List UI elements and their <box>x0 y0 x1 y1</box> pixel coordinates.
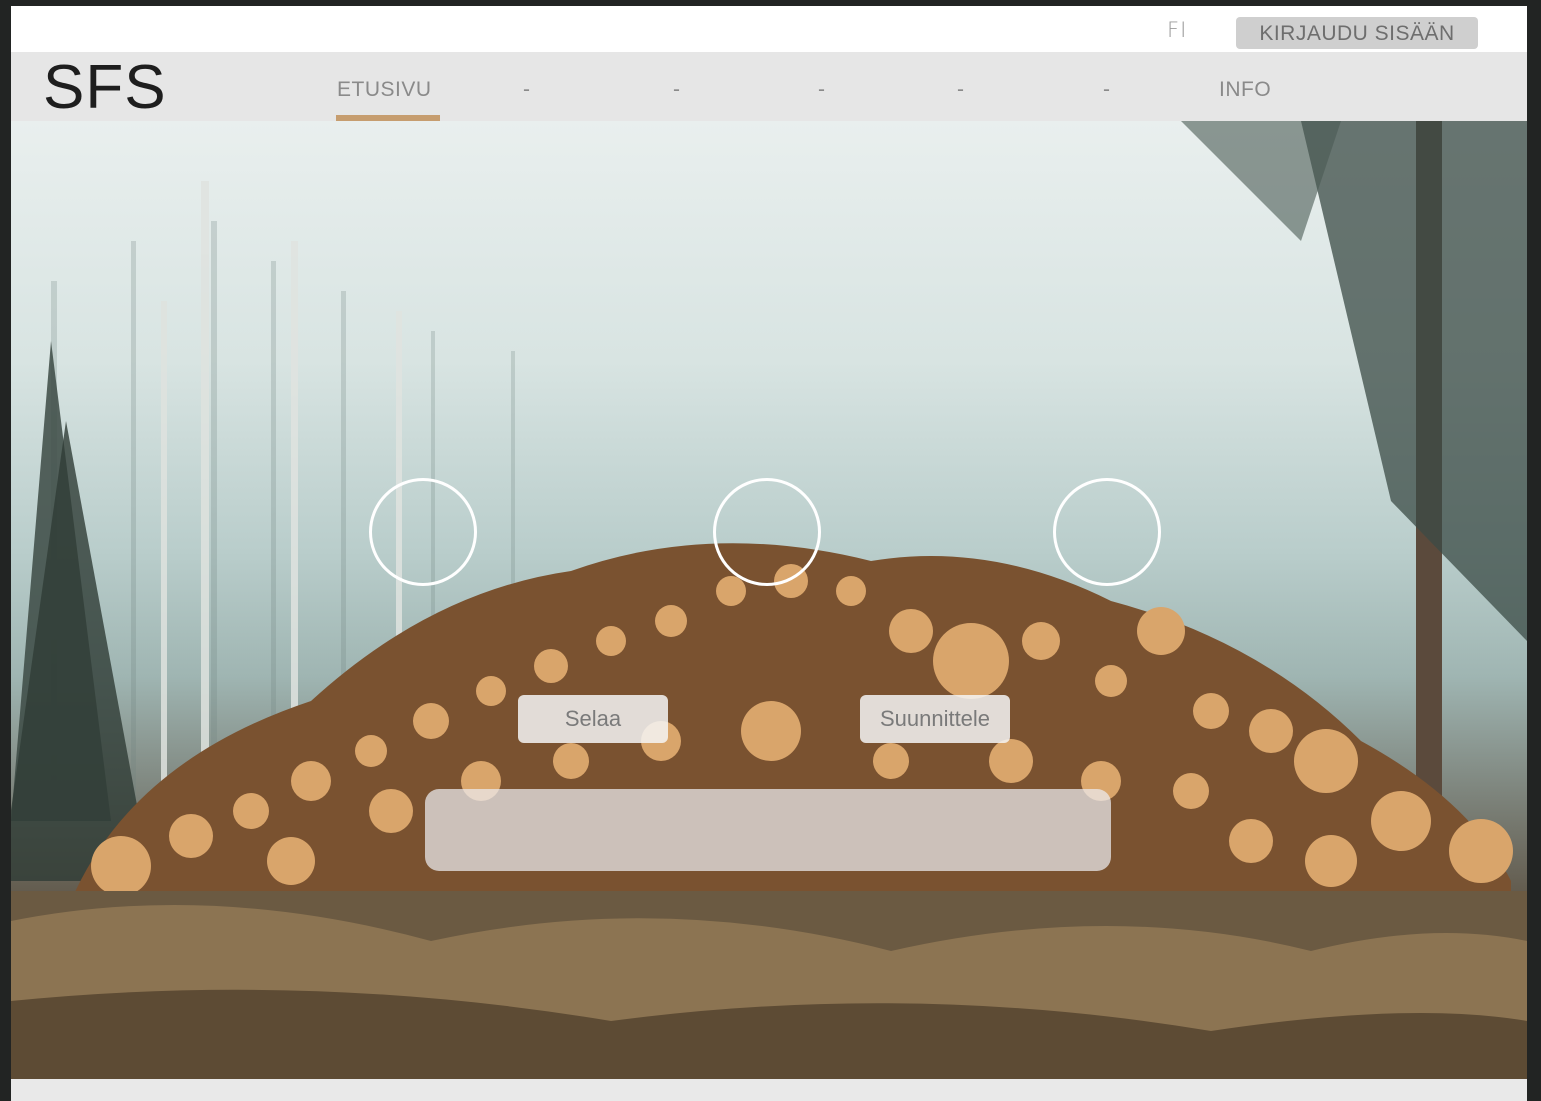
feature-circle-icon-center[interactable] <box>713 478 821 586</box>
browse-button[interactable]: Selaa <box>518 695 668 743</box>
page-frame: FI KIRJAUDU SISÄÄN SFS ETUSIVU - - - - -… <box>11 6 1527 1101</box>
nav-item-etusivu[interactable]: ETUSIVU <box>337 78 432 102</box>
top-utility-bar: FI KIRJAUDU SISÄÄN <box>11 6 1527 52</box>
hero-section: Selaa Suunnittele <box>11 121 1527 1079</box>
hero-background-image <box>11 121 1527 1079</box>
search-input[interactable] <box>425 789 1111 871</box>
nav-item-placeholder-4[interactable]: - <box>957 78 965 102</box>
design-button[interactable]: Suunnittele <box>860 695 1010 743</box>
language-selector[interactable]: FI <box>1167 18 1187 42</box>
feature-circle-icon-right[interactable] <box>1053 478 1161 586</box>
footer-strip <box>11 1079 1527 1101</box>
login-button[interactable]: KIRJAUDU SISÄÄN <box>1236 17 1478 49</box>
nav-item-placeholder-5[interactable]: - <box>1103 78 1111 102</box>
nav-item-placeholder-2[interactable]: - <box>673 78 681 102</box>
nav-item-placeholder-3[interactable]: - <box>818 78 826 102</box>
site-logo[interactable]: SFS <box>43 52 167 124</box>
nav-item-info[interactable]: INFO <box>1219 78 1271 102</box>
nav-item-placeholder-1[interactable]: - <box>523 78 531 102</box>
main-navigation: SFS ETUSIVU - - - - - INFO <box>11 52 1527 124</box>
feature-circle-icon-left[interactable] <box>369 478 477 586</box>
